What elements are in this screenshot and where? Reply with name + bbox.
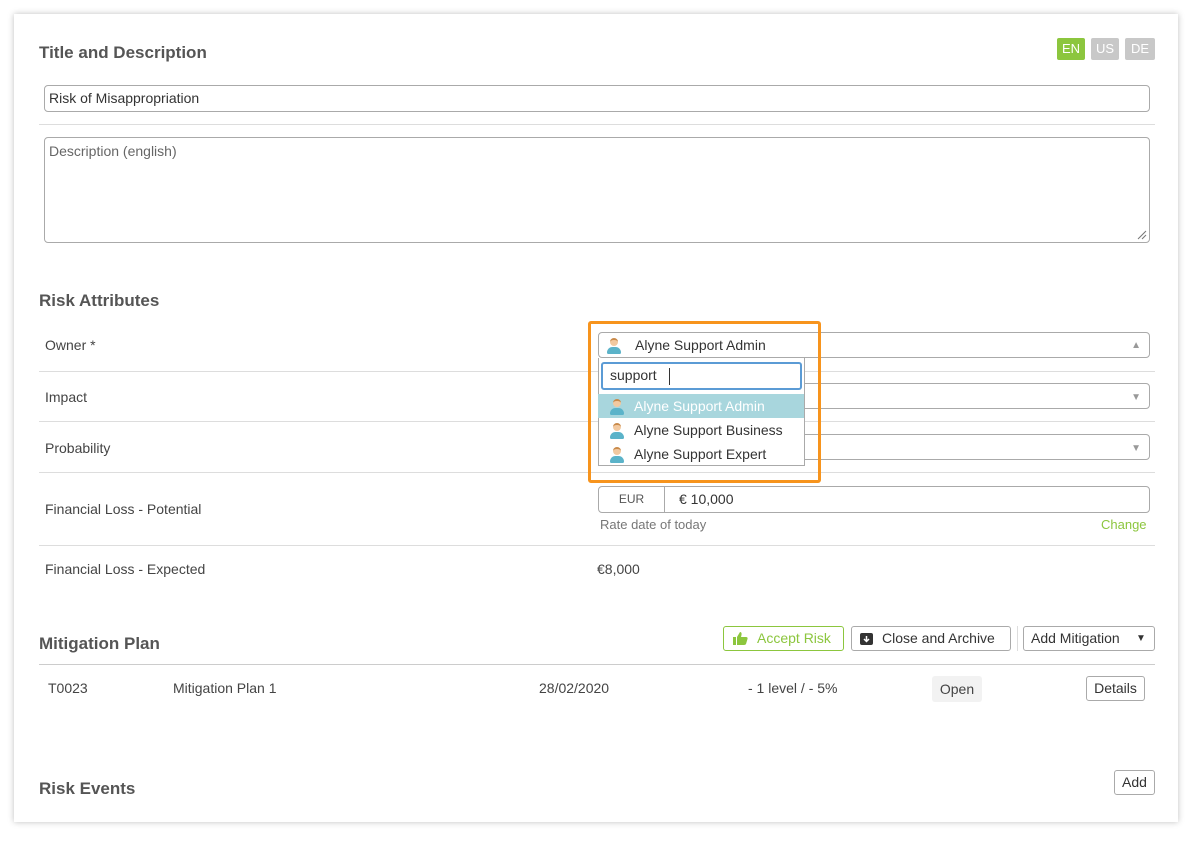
caret-down-icon: ▼ — [1136, 633, 1146, 644]
add-risk-event-button[interactable]: Add — [1114, 770, 1155, 795]
text-cursor — [669, 368, 670, 385]
accept-risk-button[interactable]: Accept Risk — [723, 626, 844, 651]
add-mitigation-label: Add Mitigation — [1031, 630, 1120, 646]
owner-option-support-business[interactable]: Alyne Support Business — [598, 418, 804, 442]
user-avatar-icon — [610, 447, 624, 464]
owner-option-label: Alyne Support Business — [634, 422, 783, 438]
financial-loss-potential-value: € 10,000 — [679, 491, 734, 507]
user-avatar-icon — [610, 399, 624, 416]
owner-option-label: Alyne Support Admin — [634, 398, 765, 414]
close-and-archive-label: Close and Archive — [882, 630, 995, 646]
owner-option-label: Alyne Support Expert — [634, 446, 767, 462]
financial-loss-potential-label: Financial Loss - Potential — [45, 501, 202, 517]
owner-search-input[interactable]: support — [601, 362, 802, 390]
caret-down-icon: ▼ — [1131, 443, 1141, 454]
close-and-archive-button[interactable]: Close and Archive — [851, 626, 1011, 651]
accept-risk-label: Accept Risk — [757, 630, 831, 646]
divider — [39, 371, 1155, 372]
thumbs-up-icon — [733, 632, 748, 645]
divider — [39, 124, 1155, 125]
currency-selector[interactable]: EUR — [599, 487, 665, 512]
owner-selected-value: Alyne Support Admin — [635, 337, 766, 353]
owner-select[interactable]: Alyne Support Admin ▲ — [598, 332, 1150, 358]
financial-loss-expected-label: Financial Loss - Expected — [45, 561, 206, 577]
add-mitigation-dropdown[interactable]: Add Mitigation ▼ — [1023, 626, 1155, 651]
owner-label: Owner * — [45, 337, 96, 353]
owner-option-support-admin[interactable]: Alyne Support Admin — [598, 394, 804, 418]
resize-handle-icon[interactable] — [1137, 230, 1147, 240]
rate-date-note: Rate date of today — [600, 517, 707, 532]
status-badge: Open — [932, 676, 982, 702]
button-separator — [1017, 626, 1018, 651]
caret-up-icon: ▲ — [1131, 340, 1141, 351]
risk-form-card: Title and Description EN US DE Risk of M… — [14, 14, 1178, 822]
title-input-value: Risk of Misappropriation — [49, 90, 200, 106]
title-description-heading: Title and Description — [39, 43, 207, 62]
caret-down-icon: ▼ — [1131, 392, 1141, 403]
owner-option-support-expert[interactable]: Alyne Support Expert — [598, 442, 804, 466]
mitigation-date: 28/02/2020 — [539, 680, 610, 696]
divider — [39, 545, 1155, 546]
divider — [39, 472, 1155, 473]
description-textarea[interactable]: Description (english) — [44, 137, 1150, 243]
owner-search-value: support — [610, 367, 657, 383]
owner-avatar-icon — [607, 337, 621, 355]
language-en-button[interactable]: EN — [1057, 38, 1085, 60]
divider — [39, 421, 1155, 422]
description-placeholder: Description (english) — [49, 143, 177, 159]
user-avatar-icon — [610, 423, 624, 440]
title-input[interactable]: Risk of Misappropriation — [44, 85, 1150, 112]
financial-loss-expected-value: €8,000 — [597, 561, 640, 577]
divider — [39, 664, 1155, 665]
risk-attributes-heading: Risk Attributes — [39, 291, 160, 310]
risk-events-heading: Risk Events — [39, 779, 136, 798]
impact-label: Impact — [45, 389, 88, 405]
archive-icon — [860, 633, 873, 645]
mitigation-name: Mitigation Plan 1 — [173, 680, 277, 696]
details-button[interactable]: Details — [1086, 676, 1145, 701]
mitigation-id: T0023 — [48, 680, 88, 696]
language-us-button[interactable]: US — [1091, 38, 1119, 60]
change-rate-link[interactable]: Change — [1101, 517, 1147, 532]
financial-loss-potential-input[interactable]: EUR € 10,000 — [598, 486, 1150, 513]
language-de-button[interactable]: DE — [1125, 38, 1155, 60]
mitigation-reduction: - 1 level / - 5% — [748, 680, 838, 696]
probability-label: Probability — [45, 440, 111, 456]
mitigation-plan-heading: Mitigation Plan — [39, 634, 160, 653]
